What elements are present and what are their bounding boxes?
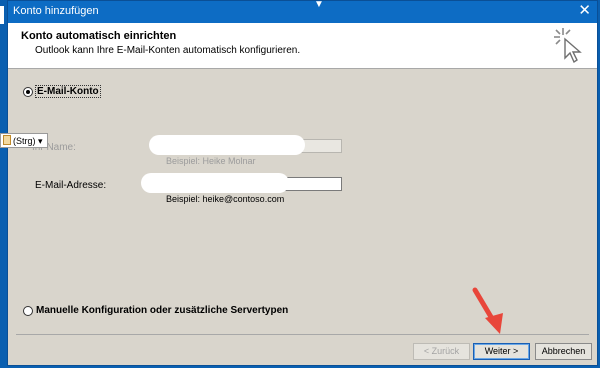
name-hint: Beispiel: Heike Molnar bbox=[166, 156, 256, 166]
red-arrow-annotation bbox=[472, 287, 503, 334]
manual-config-radio[interactable] bbox=[23, 306, 33, 316]
dialog-window: Konto hinzufügen ▼ ✕ Konto automatisch e… bbox=[7, 0, 598, 366]
back-button[interactable]: < Zurück bbox=[413, 343, 470, 360]
next-button[interactable]: Weiter > bbox=[473, 343, 530, 360]
paste-options-tag[interactable]: (Strg) ▾ bbox=[0, 133, 48, 148]
name-redaction bbox=[149, 135, 305, 155]
cancel-button[interactable]: Abbrechen bbox=[535, 343, 592, 360]
email-account-radio[interactable] bbox=[23, 87, 33, 97]
window-title: Konto hinzufügen bbox=[13, 5, 99, 17]
wizard-header: Konto automatisch einrichten Outlook kan… bbox=[8, 23, 597, 69]
background-window-mark bbox=[0, 6, 4, 24]
header-title: Konto automatisch einrichten bbox=[21, 30, 177, 42]
email-label: E-Mail-Adresse: bbox=[35, 180, 107, 191]
email-redaction bbox=[141, 173, 289, 193]
titlebar-glyph: ▼ bbox=[314, 0, 324, 10]
email-hint: Beispiel: heike@contoso.com bbox=[166, 194, 285, 204]
paste-options-label: (Strg) ▾ bbox=[13, 136, 43, 146]
title-bar[interactable]: Konto hinzufügen ▼ ✕ bbox=[8, 0, 597, 23]
wizard-sparkle-cursor-icon bbox=[554, 28, 582, 64]
header-subtitle: Outlook kann Ihre E-Mail-Konten automati… bbox=[35, 45, 301, 56]
close-icon[interactable]: ✕ bbox=[578, 3, 591, 19]
email-account-label[interactable]: E-Mail-Konto bbox=[35, 85, 101, 98]
background-window-edge bbox=[0, 0, 7, 368]
clipboard-icon bbox=[3, 135, 11, 145]
manual-config-label[interactable]: Manuelle Konfiguration oder zusätzliche … bbox=[36, 305, 288, 316]
